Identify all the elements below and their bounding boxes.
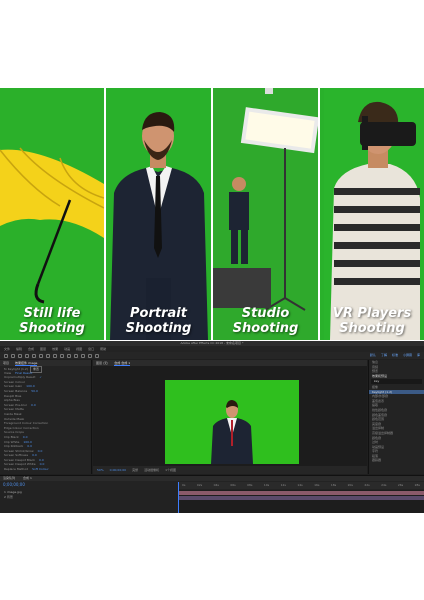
layer-list: 1 image.jpg 2 背景 <box>0 490 178 513</box>
workspace-default[interactable]: 默认 <box>370 352 376 359</box>
effects-search-input[interactable]: key <box>371 379 422 384</box>
ruler-tick: 26s <box>397 483 404 487</box>
effect-controls-panel: 项目 效果控件 image fx Keylight (1.2) 重置 View Fi… <box>0 360 92 474</box>
ruler-tick: 16s <box>314 483 320 487</box>
panel-studio: Studio Shooting <box>213 88 318 340</box>
ruler-tick: 20s <box>347 483 353 487</box>
eraser-tool-icon[interactable] <box>88 353 92 358</box>
puppet-tool-icon[interactable] <box>95 353 99 358</box>
rotate-tool-icon[interactable] <box>32 353 36 358</box>
ruler-tick: 28s <box>414 483 420 487</box>
ruler-tick: 06s <box>230 483 236 487</box>
workspace-standard[interactable]: 标准 <box>392 352 398 359</box>
umbrella-illustration <box>0 147 104 304</box>
portrait-man-photo <box>110 112 208 340</box>
resolution-select[interactable]: 完整 <box>132 468 138 472</box>
selection-tool-icon[interactable] <box>11 353 15 358</box>
time-ruler[interactable]: 0s 02s 04s 06s 08s 10s 12s 14s 16s 18s 2… <box>178 482 424 489</box>
composition-frame[interactable] <box>165 380 299 464</box>
workspace-learn[interactable]: 了解 <box>381 352 387 359</box>
keyed-portrait-thumbnail <box>211 400 253 464</box>
panel-portrait: Portrait Shooting <box>106 88 211 340</box>
panel-caption: Studio Shooting <box>213 306 318 336</box>
caption-line2: Shooting <box>19 321 85 336</box>
page: Still life Shooting Portrait Shooting St… <box>0 0 424 600</box>
ruler-tick: 10s <box>263 483 270 487</box>
side-panels: 信息 音频 预览 效果和预设 key 抠像 Keylight (1.2) 内部/… <box>368 360 424 474</box>
caption-line1: Portrait <box>130 306 187 321</box>
layer-duration-bar[interactable] <box>178 491 424 495</box>
workspace-libraries[interactable]: 库 <box>417 352 420 359</box>
tab-comp-1[interactable]: 合成 1 <box>23 476 32 481</box>
ruler-tick: 02s <box>196 483 203 487</box>
ruler-tick: 12s <box>280 483 286 487</box>
hand-tool-icon[interactable] <box>18 353 22 358</box>
caption-line1: Still life <box>23 306 81 321</box>
layer-duration-bar[interactable] <box>178 496 424 500</box>
caption-line1: Studio <box>241 306 290 321</box>
timeline-timecode[interactable]: 0;00;00;00 <box>3 482 25 488</box>
rectangle-tool-icon[interactable] <box>53 353 57 358</box>
active-camera-select[interactable]: 活动摄像机 <box>144 468 159 472</box>
panel-tab-effects-presets[interactable]: 效果和预设 <box>369 374 424 379</box>
ruler-tick: 18s <box>330 483 337 487</box>
viewer-controls: 50% 0;00;00;00 完整 活动摄像机 1个视图 <box>93 466 367 474</box>
caption-line2: Shooting <box>339 321 405 336</box>
pen-tool-icon[interactable] <box>60 353 64 358</box>
workspace-switcher: 默认 了解 标准 小屏幕 库 <box>370 352 420 359</box>
zoom-select[interactable]: 50% <box>97 468 104 472</box>
after-effects-window: Adobe After Effects CC 2018 - 未命名项目 * 文件… <box>0 341 424 513</box>
tab-render-queue[interactable]: 渲染队列 <box>3 476 15 481</box>
effect-row[interactable]: Replace Method Soft Colour <box>0 467 91 472</box>
tab-composition[interactable]: 合成 合成 1 <box>114 360 131 366</box>
panel-caption: VR Players Shooting <box>320 306 424 336</box>
view-layout-select[interactable]: 1个视图 <box>165 468 176 472</box>
panel-caption: Portrait Shooting <box>106 306 211 336</box>
type-tool-icon[interactable] <box>67 353 71 358</box>
layer-tracks <box>178 490 424 513</box>
pan-behind-tool-icon[interactable] <box>46 353 50 358</box>
camera-tool-icon[interactable] <box>39 353 43 358</box>
home-icon[interactable] <box>4 353 8 358</box>
panel-caption: Still life Shooting <box>0 306 104 336</box>
vr-player-photo <box>320 88 420 340</box>
ruler-tick: 14s <box>297 483 303 487</box>
ruler-tick: 22s <box>364 483 370 487</box>
ruler-tick: 0s <box>182 483 186 487</box>
green-screen-collage: Still life Shooting Portrait Shooting St… <box>0 88 424 340</box>
composition-viewer: 图层 (无) 合成 合成 1 50% 0;00;00;00 完整 活动摄像机 1… <box>93 360 367 474</box>
panel-vr: VR Players Shooting <box>320 88 424 340</box>
ruler-tick: 08s <box>247 483 253 487</box>
layer-row[interactable]: 2 背景 <box>0 495 178 500</box>
panel-still-life: Still life Shooting <box>0 88 104 340</box>
panel-tab-tracker[interactable]: 跟踪器 <box>369 458 424 463</box>
playhead[interactable] <box>178 482 179 513</box>
caption-line2: Shooting <box>125 321 192 336</box>
ruler-tick: 04s <box>213 483 219 487</box>
clone-tool-icon[interactable] <box>81 353 85 358</box>
tools-bar: 默认 了解 标准 小屏幕 库 <box>0 352 424 359</box>
current-time-display[interactable]: 0;00;00;00 <box>110 468 126 472</box>
zoom-tool-icon[interactable] <box>25 353 29 358</box>
studio-scene-photo <box>213 88 318 340</box>
timeline-tabs: 渲染队列 合成 1 <box>0 476 424 481</box>
workspace-small-screen[interactable]: 小屏幕 <box>403 352 412 359</box>
ruler-tick: 24s <box>381 483 387 487</box>
timeline-panel: 渲染队列 合成 1 0;00;00;00 0s 02s 04s 06s 08s … <box>0 475 424 513</box>
viewer-tabs: 图层 (无) 合成 合成 1 <box>93 360 367 366</box>
brush-tool-icon[interactable] <box>74 353 78 358</box>
caption-line1: VR Players <box>332 306 412 321</box>
tab-layer[interactable]: 图层 (无) <box>96 360 108 366</box>
caption-line2: Shooting <box>232 321 299 336</box>
